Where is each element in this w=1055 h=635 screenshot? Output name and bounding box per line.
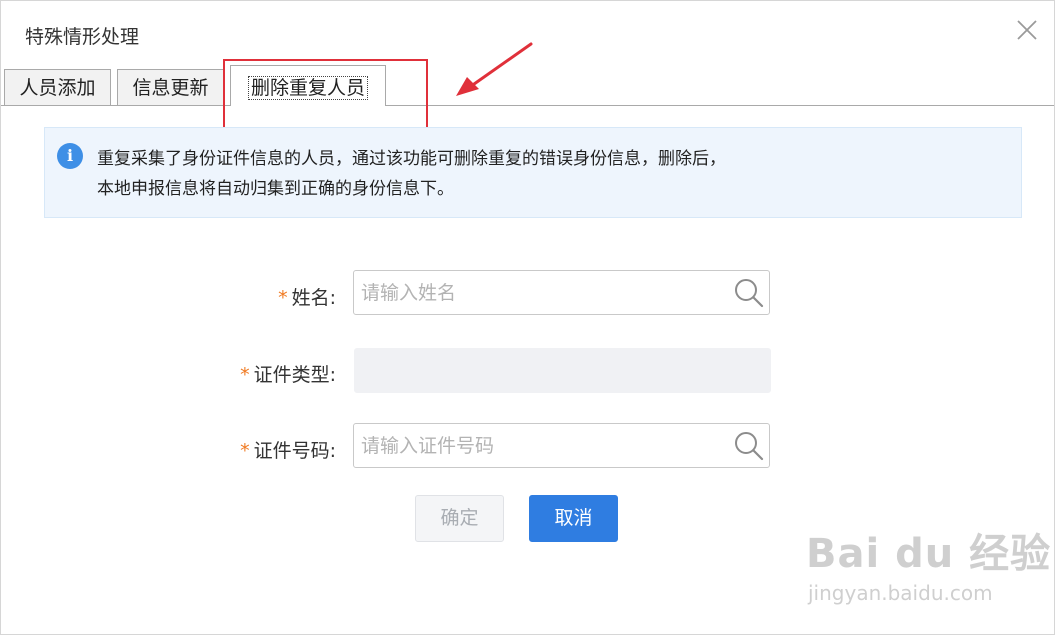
id-type-field — [354, 348, 771, 393]
confirm-button[interactable]: 确定 — [415, 495, 504, 542]
baidu-jingyan-watermark: Bai du 经验 jingyan.baidu.com — [806, 521, 1051, 605]
tab-add-person[interactable]: 人员添加 — [4, 69, 111, 105]
id-type-label: * 证件类型: — [240, 364, 336, 386]
watermark-logo-text: Bai du 经验 — [806, 531, 1052, 577]
required-mark: * — [278, 287, 288, 309]
annotation-highlight-box — [223, 59, 428, 132]
search-icon[interactable] — [733, 277, 765, 313]
notice-text-line-1: 重复采集了身份证件信息的人员，通过该功能可删除重复的错误身份信息，删除后， — [97, 149, 726, 169]
dialog-title: 特殊情形处理 — [25, 26, 140, 48]
cancel-button[interactable]: 取消 — [529, 495, 618, 542]
info-icon: i — [57, 143, 83, 169]
special-case-dialog: 特殊情形处理 人员添加 信息更新 删除重复人员 i 重复采集了身份证件信息的人员… — [0, 0, 1055, 635]
tab-label: 人员添加 — [19, 77, 96, 99]
info-notice: i 重复采集了身份证件信息的人员，通过该功能可删除重复的错误身份信息，删除后， … — [44, 127, 1022, 218]
search-icon[interactable] — [733, 430, 765, 466]
id-number-input[interactable] — [354, 424, 724, 467]
name-field — [353, 270, 770, 315]
required-mark: * — [240, 440, 250, 462]
id-type-input — [355, 349, 725, 392]
required-mark: * — [240, 364, 250, 386]
tab-label: 信息更新 — [132, 77, 209, 99]
id-number-field — [353, 423, 770, 468]
notice-text-line-2: 本地申报信息将自动归集到正确的身份信息下。 — [97, 179, 454, 199]
close-icon[interactable] — [1014, 17, 1040, 43]
id-number-label: * 证件号码: — [240, 440, 336, 462]
name-input[interactable] — [354, 271, 724, 314]
name-label: * 姓名: — [278, 287, 336, 309]
watermark-url: jingyan.baidu.com — [808, 581, 993, 605]
annotation-arrow-icon — [456, 42, 533, 96]
tab-update-info[interactable]: 信息更新 — [117, 69, 224, 105]
